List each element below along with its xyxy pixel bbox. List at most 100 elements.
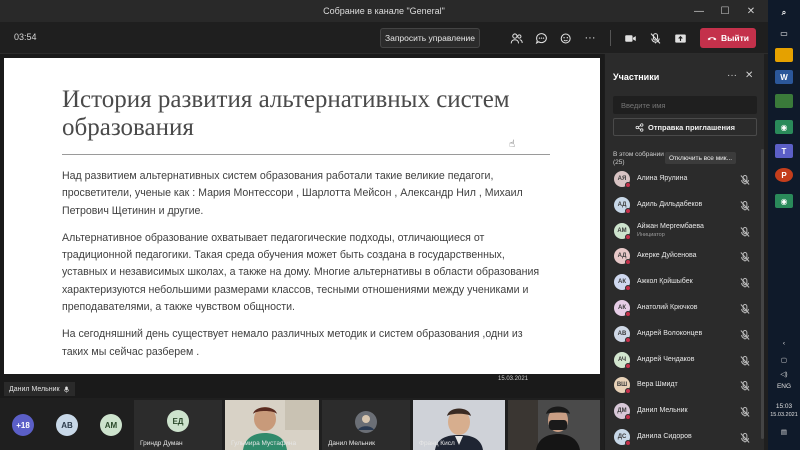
participant-avatar: АМ [614,222,631,240]
chat-button[interactable] [531,28,551,48]
participant-row[interactable]: АЧ Андрей Чендаков [605,348,765,374]
window-title: Собрание в канале "General" [323,6,445,16]
input-language[interactable]: ENG [768,383,800,390]
microphone-muted-icon[interactable] [739,355,751,367]
more-actions-button[interactable]: ··· [580,28,600,48]
participant-name: Андрей Чендаков [637,355,695,363]
microphone-muted-icon[interactable] [739,329,751,341]
more-participants-button[interactable]: +18 [12,414,34,436]
microphone-muted-icon[interactable] [739,277,751,289]
video-tile[interactable]: Гульмира Мустафина [225,400,319,450]
request-control-button[interactable]: Запросить управление [380,28,480,48]
participant-row[interactable]: АЯ Алина Ярулина [605,167,765,193]
taskbar-chrome-button[interactable]: ◉ [775,120,793,134]
maximize-button[interactable]: ☐ [712,0,738,22]
video-tile[interactable]: Франц Кисл [413,400,505,450]
microphone-button[interactable] [645,28,665,48]
participant-avatar: ДС [614,428,631,446]
participant-list-scrollbar[interactable] [761,149,764,439]
notifications-button[interactable]: ▤ [768,428,800,436]
slide-date: 15.03.2021 [498,376,529,382]
participant-list: АЯ Алина Ярулина АД Адиль Дильдабеков АМ Айжа… [605,167,765,450]
chrome-icon: ◉ [780,122,788,132]
taskbar-powerpoint-button[interactable]: P [775,168,793,182]
microphone-muted-icon[interactable] [739,303,751,315]
panel-more-button[interactable]: ··· [727,70,737,81]
participants-button[interactable] [506,28,526,48]
leave-button[interactable]: Выйти [700,28,756,48]
microphone-muted-icon[interactable] [739,226,751,238]
tray-chevron-button[interactable]: ‹ [768,340,800,347]
mute-all-tooltip[interactable]: Отключить все мик... [665,152,737,164]
participant-name: Алина Ярулина [637,175,688,182]
participant-name: Адиль Дильдабеков [637,200,703,208]
microphone-muted-icon[interactable] [739,432,751,444]
taskbar-word-button[interactable]: W [775,70,793,84]
avatar: ЕД [167,410,189,432]
close-window-button[interactable]: ✕ [738,0,764,22]
powerpoint-icon: P [781,170,787,180]
microphone-muted-icon[interactable] [739,406,751,418]
microphone-muted-icon[interactable] [739,380,751,392]
minimize-button[interactable]: — [686,0,712,22]
microphone-muted-icon [650,32,660,44]
participant-row[interactable]: ДМ Данил Мельник [605,399,765,425]
participants-panel: Участники ··· ✕ Отправка приглашения В э… [604,54,764,450]
participant-row[interactable]: АМ Айжан Мергембаева Инициатор [605,219,765,245]
slide-body: Над развитием альтернативных систем обра… [62,168,550,371]
send-invite-button[interactable]: Отправка приглашения [613,118,757,136]
participants-section-header[interactable]: В этом собрании (25) [613,151,673,167]
tray-volume-icon[interactable]: ◁) [768,370,800,378]
status-badge [625,336,631,343]
video-tile[interactable]: Данил Мельник [322,400,410,450]
slide-paragraph: Альтернативное образование охватывает пе… [62,231,540,314]
taskbar-task-view-button[interactable]: ▭ [775,26,793,40]
participant-row[interactable]: ДС Данила Сидоров [605,425,765,450]
participant-row[interactable]: АВ Андрей Волоконцев [605,322,765,348]
avatar[interactable]: АВ [56,414,78,436]
taskbar-teams-button[interactable]: T [775,144,793,158]
microphone-muted-icon[interactable] [739,174,751,186]
clock-time[interactable]: 15:03 [768,403,800,410]
task-view-icon: ▭ [780,28,788,38]
clock-date[interactable]: 15.03.2021 [768,412,800,418]
microphone-muted-icon[interactable] [739,251,751,263]
participant-row[interactable]: АД Адиль Дильдабеков [605,193,765,219]
participant-avatar: АЧ [614,351,631,369]
presentation-slide: История развития альтернативных систем о… [4,58,600,374]
reactions-button[interactable] [556,28,576,48]
participant-name: Данил Мельник [328,440,375,447]
participant-row[interactable]: АК Анатолий Крючков [605,296,765,322]
participant-row[interactable]: АК Ажкол Қойшыбек [605,270,765,296]
microphone-muted-icon[interactable] [739,200,751,212]
video-tile[interactable] [508,400,600,450]
status-badge [625,182,631,188]
camera-button[interactable] [620,28,640,48]
taskbar-app-button[interactable] [775,94,793,108]
status-badge [625,233,631,240]
taskbar-chrome-2-button[interactable]: ◉ [775,194,793,208]
participant-video-image [508,400,600,450]
minimize-icon: — [694,5,704,17]
avatar[interactable]: АМ [100,414,122,436]
close-icon: ✕ [746,5,756,17]
slide-divider [62,154,550,155]
meeting-toolbar: 03:54 Запросить управление ··· Выйти [0,22,768,54]
panel-close-button[interactable]: ✕ [745,70,753,81]
participant-name: Ажкол Қойшыбек [637,278,693,286]
meeting-timer: 03:54 [14,32,37,42]
participant-name: Анатолий Крючков [637,303,698,311]
participant-avatar: АЯ [614,171,631,188]
participant-role: Инициатор [637,231,665,238]
video-tile[interactable]: ЕД Гриндр Думан [134,400,222,450]
participant-avatar: ДМ [614,403,631,421]
share-screen-button[interactable] [670,28,690,48]
taskbar-search-button[interactable]: ⌕ [775,6,793,20]
tray-network-icon[interactable]: ▢ [768,356,800,364]
status-badge [625,207,631,214]
video-strip: +18 АВ АМ ЕД Гриндр Думан Гульмира Муста… [0,398,604,450]
participant-search-input[interactable] [613,96,757,114]
participant-row[interactable]: АД Акерке Дуйсенова [605,244,765,270]
participant-row[interactable]: ВШ Вера Шмидт [605,373,765,399]
taskbar-explorer-button[interactable] [775,48,793,62]
